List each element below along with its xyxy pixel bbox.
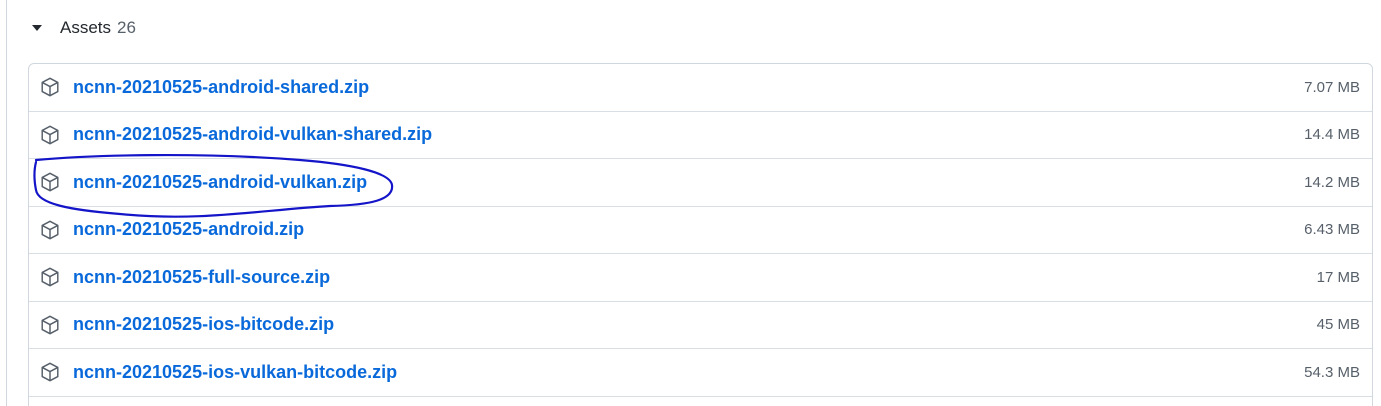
release-assets-page: Assets 26 ncnn-20210525-android-shared.z… (0, 0, 1381, 406)
asset-link[interactable]: ncnn-20210525-full-source.zip (73, 267, 330, 288)
asset-row: ncnn-20210525-android-vulkan.zip 14.2 MB (29, 159, 1372, 207)
asset-size: 17 MB (1316, 268, 1360, 286)
package-icon (41, 125, 59, 145)
package-icon (41, 172, 59, 192)
asset-link[interactable]: ncnn-20210525-android-vulkan-shared.zip (73, 124, 432, 145)
package-icon (41, 77, 59, 97)
package-icon (41, 220, 59, 240)
asset-row: ncnn-20210525-android-vulkan-shared.zip … (29, 112, 1372, 159)
package-icon (41, 267, 59, 287)
assets-list: ncnn-20210525-android-shared.zip 7.07 MB… (28, 63, 1373, 406)
asset-link[interactable]: ncnn-20210525-ios-bitcode.zip (73, 314, 334, 335)
asset-link[interactable]: ncnn-20210525-ios-vulkan-bitcode.zip (73, 362, 397, 383)
asset-link[interactable]: ncnn-20210525-android-vulkan.zip (73, 172, 367, 193)
assets-title: Assets (60, 18, 112, 37)
asset-size: 45 MB (1316, 316, 1360, 334)
assets-header[interactable]: Assets 26 (32, 14, 136, 42)
package-icon (41, 362, 59, 382)
asset-row: ncnn-20210525-android-shared.zip 7.07 MB (29, 64, 1372, 112)
asset-size: 14.4 MB (1304, 126, 1360, 144)
asset-row: ncnn-20210525-ios-bitcode.zip 45 MB (29, 302, 1372, 349)
asset-size: 7.07 MB (1304, 78, 1360, 96)
asset-row: ncnn-20210525-android.zip 6.43 MB (29, 207, 1372, 254)
asset-size: 6.43 MB (1304, 221, 1360, 239)
container-border (6, 0, 7, 406)
package-icon (41, 315, 59, 335)
assets-count: 26 (117, 18, 136, 37)
asset-link[interactable]: ncnn-20210525-android.zip (73, 219, 304, 240)
asset-size: 54.3 MB (1304, 363, 1360, 381)
asset-row: ncnn-20210525-ios-vulkan-bitcode.zip 54.… (29, 349, 1372, 397)
asset-size: 14.2 MB (1304, 173, 1360, 191)
asset-link[interactable]: ncnn-20210525-android-shared.zip (73, 77, 369, 98)
caret-down-icon[interactable] (32, 25, 42, 31)
asset-row: ncnn-20210525-full-source.zip 17 MB (29, 254, 1372, 302)
